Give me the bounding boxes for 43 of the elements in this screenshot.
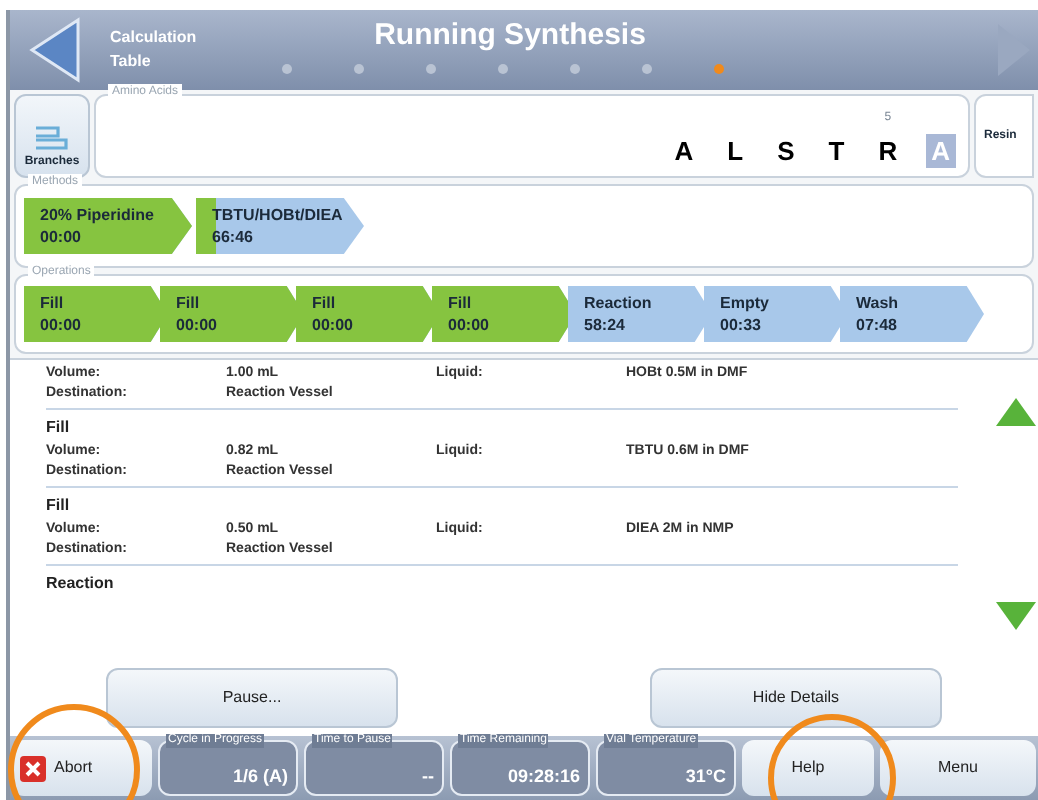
abort-button[interactable]: Abort — [12, 740, 152, 796]
step-time: 00:00 — [312, 314, 353, 336]
back-label: Table — [110, 50, 153, 74]
back-arrow-icon[interactable] — [26, 16, 86, 84]
scroll-up-icon[interactable] — [994, 396, 1038, 428]
step-time: 00:00 — [40, 226, 81, 248]
operation-title: Reaction — [46, 572, 116, 596]
amino-acid-letter[interactable]: R — [872, 134, 904, 168]
branches-icon — [34, 122, 70, 154]
amino-acid-letter[interactable]: L — [721, 134, 750, 168]
amino-acid-letter[interactable]: T — [822, 134, 851, 168]
step-name: Fill — [448, 292, 472, 314]
step-name: Wash — [856, 292, 899, 314]
step-time: 07:48 — [856, 314, 897, 336]
pause-button[interactable]: Pause... — [106, 668, 398, 728]
step-name: 20% Piperidine — [40, 204, 154, 226]
step-name: Fill — [40, 292, 64, 314]
step-time: 58:24 — [584, 314, 625, 336]
step-name: Fill — [312, 292, 336, 314]
amino-acid-letter[interactable]: A — [668, 134, 700, 168]
status-value: 31°C — [685, 763, 726, 789]
step-time: 00:33 — [720, 314, 761, 336]
step-chevron[interactable]: Wash 07:48 — [840, 286, 984, 342]
screen-title: Running Synthesis — [374, 18, 646, 54]
close-icon — [20, 755, 46, 781]
operation-title: Fill — [46, 494, 72, 518]
amino-acid-letter[interactable]: S — [771, 134, 801, 168]
step-name: Fill — [176, 292, 200, 314]
step-name: Empty — [720, 292, 769, 314]
step-name: Reaction — [584, 292, 652, 314]
menu-button[interactable]: Menu — [880, 740, 1036, 796]
help-button[interactable]: Help — [742, 740, 874, 796]
step-time: 00:00 — [448, 314, 489, 336]
status-value: -- — [422, 763, 434, 789]
operation-title: Fill — [46, 416, 72, 440]
step-time: 00:00 — [176, 314, 217, 336]
hide-details-button[interactable]: Hide Details — [650, 668, 942, 728]
status-value: 1/6 (A) — [232, 763, 288, 790]
step-time: 00:00 — [40, 314, 81, 336]
status-value: 09:28:16 — [507, 763, 580, 789]
step-chevron[interactable]: 20% Piperidine 00:00 — [24, 198, 192, 254]
back-label: Calculation — [110, 26, 197, 50]
scroll-down-icon[interactable] — [994, 600, 1038, 632]
